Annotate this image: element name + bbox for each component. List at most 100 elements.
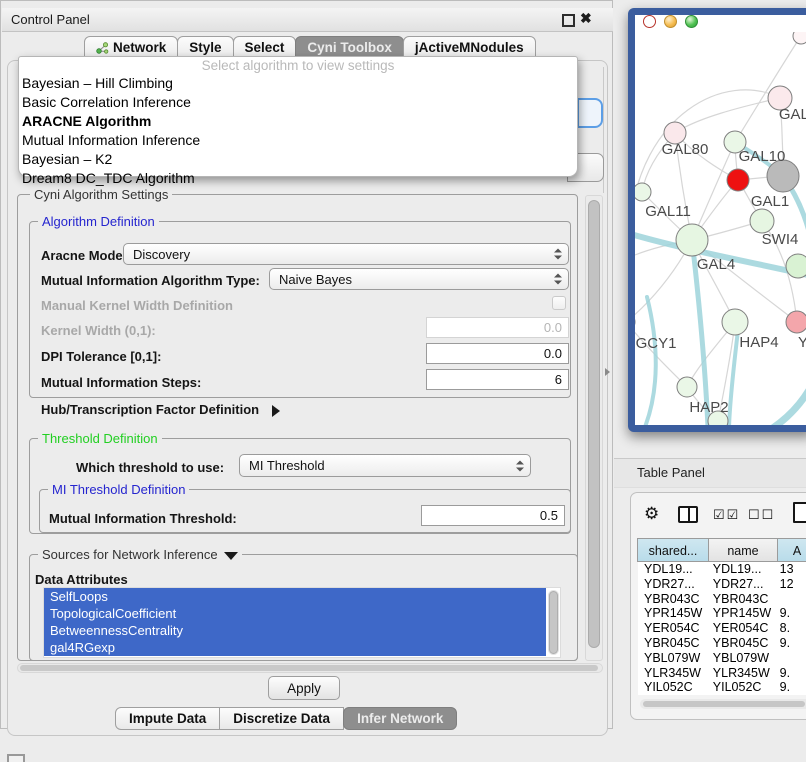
threshold-definition-title: Threshold Definition: [38, 431, 162, 446]
which-threshold-combo[interactable]: MI Threshold: [239, 454, 531, 477]
algorithm-option[interactable]: Bayesian – Hill Climbing: [19, 74, 577, 93]
spinner-arrows-icon: [554, 273, 563, 286]
sources-title-text: Sources for Network Inference: [42, 547, 218, 562]
tab-label: Style: [189, 40, 221, 55]
settings-horizontal-scrollbar[interactable]: [17, 663, 603, 673]
dpi-tolerance-field[interactable]: 0.0: [426, 343, 569, 364]
kernel-width-field[interactable]: 0.0: [426, 317, 569, 338]
network-edge: [635, 322, 687, 387]
tab-label: Cyni Toolbox: [307, 40, 392, 55]
manual-kernel-checkbox[interactable]: [552, 296, 566, 310]
close-window-icon[interactable]: [643, 15, 656, 28]
which-threshold-label: Which threshold to use:: [76, 460, 224, 475]
network-node-hap4[interactable]: [722, 309, 748, 335]
table-row[interactable]: YBL079WYBL079W: [638, 651, 806, 666]
attribute-item[interactable]: TopologicalCoefficient: [44, 605, 546, 622]
sources-group-title[interactable]: Sources for Network Inference: [38, 547, 242, 562]
node-label-gal11: GAL11: [645, 203, 691, 220]
algorithm-option[interactable]: Mutual Information Inference: [19, 131, 577, 150]
node-label-gal7: GAL7: [779, 106, 806, 123]
table-row[interactable]: YPR145WYPR145W9.: [638, 606, 806, 621]
split-columns-icon[interactable]: [678, 506, 698, 523]
algorithm-option[interactable]: Dream8 DC_TDC Algorithm: [19, 169, 577, 188]
table-row[interactable]: YER054CYER054C8.: [638, 621, 806, 636]
table-row[interactable]: YDR27...YDR27...12: [638, 577, 806, 592]
table-cell: YIL052C: [707, 680, 774, 695]
column-header[interactable]: A: [777, 538, 806, 562]
cyni-bottom-tabbar: Impute DataDiscretize DataInfer Network: [116, 707, 457, 730]
table-cell: YPR145W: [707, 606, 774, 621]
apply-button[interactable]: Apply: [268, 676, 340, 700]
column-header[interactable]: name: [708, 538, 778, 562]
mi-steps-field[interactable]: 6: [426, 369, 569, 390]
network-node-y[interactable]: [786, 311, 806, 333]
control-panel-title: Control Panel: [11, 12, 90, 27]
tab-label: jActiveMNodules: [415, 40, 524, 55]
manual-kernel-label: Manual Kernel Width Definition: [41, 298, 233, 313]
settings-vertical-scrollbar[interactable]: [585, 195, 603, 661]
table-row[interactable]: YLR345WYLR345W9.: [638, 666, 806, 681]
minimized-panel-icon[interactable]: [7, 754, 25, 762]
table-cell: YER054C: [707, 621, 774, 636]
mi-threshold-field[interactable]: 0.5: [421, 505, 565, 526]
column-header[interactable]: shared...: [637, 538, 709, 562]
kernel-width-label: Kernel Width (0,1):: [41, 323, 156, 338]
node-label-swi4: SWI4: [762, 231, 799, 248]
mi-steps-label: Mutual Information Steps:: [41, 375, 201, 390]
aracne-mode-combo[interactable]: Discovery: [123, 243, 569, 265]
network-node-gal4[interactable]: [676, 224, 708, 256]
minimize-window-icon[interactable]: [664, 15, 677, 28]
mi-threshold-value: 0.5: [540, 508, 558, 523]
table-horizontal-scrollbar[interactable]: [640, 699, 806, 709]
mi-type-combo[interactable]: Naive Bayes: [269, 268, 569, 290]
node-label-gal4: GAL4: [697, 256, 735, 273]
select-all-icon[interactable]: ☑☑: [713, 507, 740, 523]
algorithm-option[interactable]: Basic Correlation Inference: [19, 93, 577, 112]
tab-infer-network[interactable]: Infer Network: [343, 707, 457, 730]
expanded-arrow-icon: [224, 552, 238, 560]
float-panel-icon[interactable]: [562, 14, 575, 27]
table-cell: YIL052C: [638, 680, 707, 695]
algorithm-option[interactable]: Bayesian – K2: [19, 150, 577, 169]
zoom-window-icon[interactable]: [685, 15, 698, 28]
table-cell: 9.: [774, 606, 806, 621]
data-attributes-list[interactable]: SelfLoopsTopologicalCoefficientBetweenne…: [43, 587, 561, 658]
network-node[interactable]: [793, 32, 806, 44]
table-cell: YBR043C: [638, 592, 707, 607]
close-panel-icon[interactable]: ✖: [580, 10, 592, 27]
attribute-item[interactable]: BetweennessCentrality: [44, 622, 546, 639]
network-node-swi4[interactable]: [786, 254, 806, 278]
mi-type-value: Naive Bayes: [279, 272, 352, 287]
node-label-hap2: HAP2: [689, 399, 728, 416]
deselect-all-icon[interactable]: ☐☐: [748, 507, 775, 523]
app-root: Control Panel ✖ NetworkStyleSelectCyni T…: [0, 0, 806, 762]
attribute-item[interactable]: SelfLoops: [44, 588, 546, 605]
network-node[interactable]: [727, 169, 749, 191]
algorithm-option[interactable]: ARACNE Algorithm: [19, 112, 577, 131]
mi-threshold-group-title: MI Threshold Definition: [48, 482, 189, 497]
mi-steps-value: 6: [555, 372, 562, 387]
algorithm-definition-title: Algorithm Definition: [38, 214, 159, 229]
spinner-arrows-icon: [516, 459, 525, 472]
hub-section-toggle[interactable]: Hub/Transcription Factor Definition: [41, 402, 280, 417]
network-node-gal11[interactable]: [635, 183, 651, 201]
tab-impute-data[interactable]: Impute Data: [115, 707, 220, 730]
network-graph[interactable]: GAL7GAL80GAL10GAL1GAL11GAL4SWI4GCY1HAP4Y…: [635, 32, 806, 425]
table-row[interactable]: YDL19...YDL19...13: [638, 562, 806, 577]
algorithm-combo-fragment[interactable]: [577, 98, 603, 128]
table-row[interactable]: YBR043CYBR043C: [638, 592, 806, 607]
document-icon[interactable]: [793, 502, 806, 523]
splitter-arrow-icon[interactable]: [605, 368, 610, 376]
collapsed-arrow-icon: [272, 405, 280, 417]
attribute-item[interactable]: gal4RGexp: [44, 639, 546, 656]
table-row[interactable]: YIL052CYIL052C9.: [638, 680, 806, 695]
table-cell: [774, 651, 806, 666]
attributes-list-scrollbar[interactable]: [548, 590, 559, 655]
gear-icon[interactable]: ⚙: [644, 504, 659, 524]
node-table-rows: YDL19...YDL19...13YDR27...YDR27...12YBR0…: [638, 562, 806, 695]
network-node-hap2[interactable]: [677, 377, 697, 397]
network-node-gal1[interactable]: [750, 209, 774, 233]
table-cell: 9.: [774, 680, 806, 695]
tab-discretize-data[interactable]: Discretize Data: [219, 707, 344, 730]
table-row[interactable]: YBR045CYBR045C9.: [638, 636, 806, 651]
